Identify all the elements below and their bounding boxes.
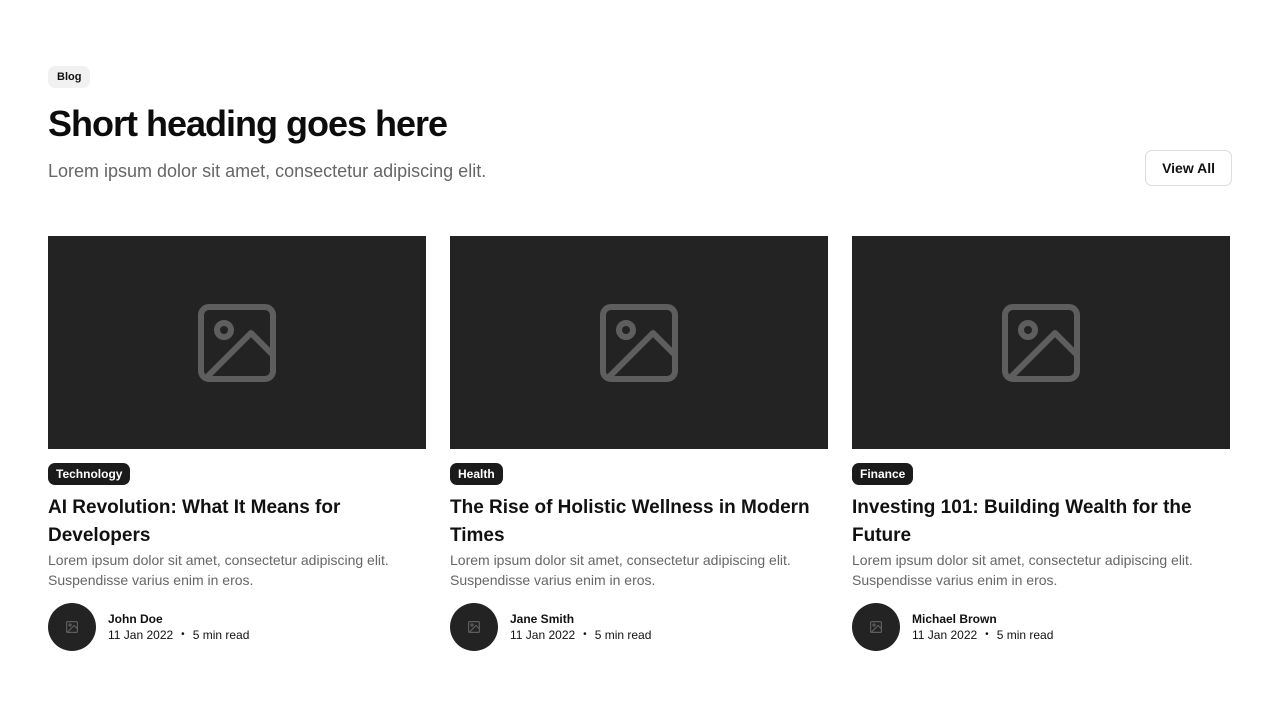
card-thumbnail[interactable] [450,236,828,449]
author-name: Jane Smith [510,612,575,626]
image-placeholder-icon [870,621,882,633]
meta-separator: • [583,629,587,640]
author-row: Michael Brown 11 Jan 2022 • 5 min read [852,603,1230,651]
blog-card[interactable]: Technology AI Revolution: What It Means … [48,236,426,651]
card-excerpt: Lorem ipsum dolor sit amet, consectetur … [852,552,1193,588]
read-time: 5 min read [996,628,1054,642]
category-badge[interactable]: Health [450,463,503,485]
meta-separator: • [181,629,185,640]
card-title[interactable]: The Rise of Holistic Wellness in Modern … [450,494,828,550]
blog-card-list: Technology AI Revolution: What It Means … [48,236,1232,651]
category-badge[interactable]: Technology [48,463,131,485]
author-meta: John Doe 11 Jan 2022 • 5 min read [108,611,249,643]
image-placeholder-icon [198,303,276,382]
card-excerpt: Lorem ipsum dolor sit amet, consectetur … [450,552,791,588]
avatar [450,603,498,651]
blog-card[interactable]: Health The Rise of Holistic Wellness in … [450,236,828,651]
subtitle-row: Lorem ipsum dolor sit amet, consectetur … [48,150,1232,186]
card-thumbnail[interactable] [48,236,426,449]
author-meta: Jane Smith 11 Jan 2022 • 5 min read [510,611,651,643]
blog-header: Blog Short heading goes here Lorem ipsum… [48,66,1232,186]
page-subtitle: Lorem ipsum dolor sit amet, consectetur … [48,161,487,181]
author-meta: Michael Brown 11 Jan 2022 • 5 min read [912,611,1053,643]
author-name: John Doe [108,612,163,626]
author-name: Michael Brown [912,612,997,626]
post-meta: 11 Jan 2022 • 5 min read [108,627,249,643]
image-placeholder-icon [600,303,678,382]
post-meta: 11 Jan 2022 • 5 min read [510,627,651,643]
card-excerpt: Lorem ipsum dolor sit amet, consectetur … [48,552,389,588]
page-title: Short heading goes here [48,103,448,144]
card-title[interactable]: Investing 101: Building Wealth for the F… [852,494,1230,550]
post-date: 11 Jan 2022 [510,628,576,642]
meta-separator: • [985,629,989,640]
author-row: John Doe 11 Jan 2022 • 5 min read [48,603,426,651]
section-tag: Blog [48,66,91,88]
card-title[interactable]: AI Revolution: What It Means for Develop… [48,494,426,550]
blog-card[interactable]: Finance Investing 101: Building Wealth f… [852,236,1230,651]
image-placeholder-icon [468,621,480,633]
view-all-button[interactable]: View All [1145,150,1232,186]
post-date: 11 Jan 2022 [108,628,174,642]
author-row: Jane Smith 11 Jan 2022 • 5 min read [450,603,828,651]
post-date: 11 Jan 2022 [912,628,978,642]
category-badge[interactable]: Finance [852,463,914,485]
image-placeholder-icon [66,621,78,633]
avatar [48,603,96,651]
avatar [852,603,900,651]
post-meta: 11 Jan 2022 • 5 min read [912,627,1053,643]
read-time: 5 min read [594,628,652,642]
read-time: 5 min read [192,628,250,642]
image-placeholder-icon [1002,303,1080,382]
card-thumbnail[interactable] [852,236,1230,449]
